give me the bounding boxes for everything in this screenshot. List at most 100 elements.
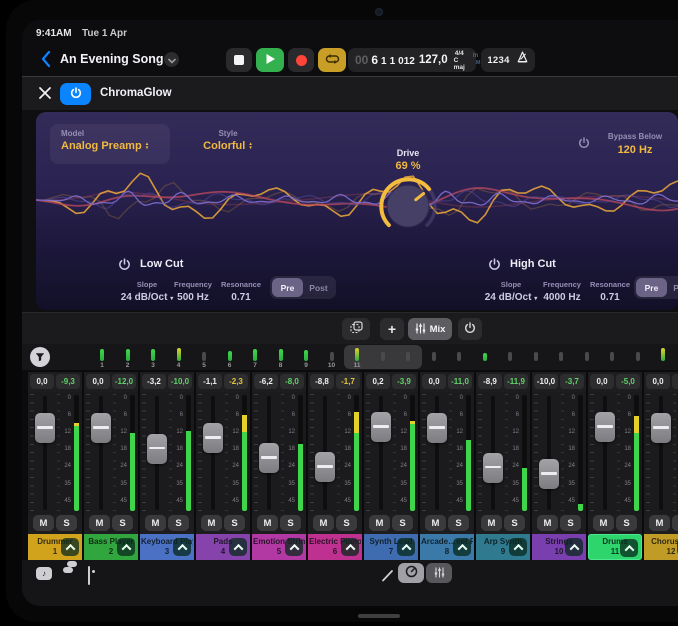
mute-button[interactable]: M: [145, 515, 166, 531]
mute-button[interactable]: M: [649, 515, 670, 531]
fader-handle[interactable]: [203, 423, 223, 453]
solo-button[interactable]: S: [336, 515, 357, 531]
song-menu-button[interactable]: [164, 52, 179, 67]
fader-handle[interactable]: [595, 412, 615, 442]
plus-icon: +: [388, 322, 396, 336]
mute-button[interactable]: M: [537, 515, 558, 531]
collapse-track-button[interactable]: [117, 538, 135, 556]
track-label[interactable]: Emotion Strings 5: [252, 534, 306, 560]
solo-button[interactable]: S: [224, 515, 245, 531]
track-label[interactable]: Strings 10: [532, 534, 586, 560]
post-option[interactable]: Post: [303, 278, 334, 297]
low-cut-resonance[interactable]: Resonance 0.71: [201, 280, 281, 303]
loops-browser-icon[interactable]: ♪: [36, 567, 52, 580]
collapse-track-button[interactable]: [509, 538, 527, 556]
collapse-track-button[interactable]: [565, 538, 583, 556]
controls-view-button[interactable]: [398, 563, 424, 583]
filter-tracks-button[interactable]: [30, 347, 50, 367]
add-track-button[interactable]: +: [380, 318, 404, 340]
mix-view-button[interactable]: Mix: [408, 318, 452, 340]
fader-ticks: [422, 394, 426, 511]
play-button[interactable]: [256, 48, 284, 72]
drive-knob[interactable]: [376, 174, 440, 238]
low-cut-power-icon[interactable]: [118, 258, 131, 276]
track-label[interactable]: Arcade…eet Pad 8: [420, 534, 474, 560]
mute-button[interactable]: M: [425, 515, 446, 531]
solo-button[interactable]: S: [616, 515, 637, 531]
track-label[interactable]: Bass Player 2: [84, 534, 138, 560]
track-overview-strip[interactable]: 1234567891011: [22, 344, 678, 370]
track-label[interactable]: Chorus Vo 12: [644, 534, 678, 560]
pre-option[interactable]: Pre: [636, 278, 667, 297]
solo-button[interactable]: S: [504, 515, 525, 531]
style-selector[interactable]: Style Colorful ▲▼: [178, 129, 278, 152]
model-selector[interactable]: Model Analog Preamp ▲▼: [50, 124, 170, 164]
fader-handle[interactable]: [147, 434, 167, 464]
mute-button[interactable]: M: [257, 515, 278, 531]
pencil-icon[interactable]: [381, 569, 394, 587]
track-label[interactable]: Drummer 1: [28, 534, 82, 560]
track-label[interactable]: Arp Synth 9: [476, 534, 530, 560]
mute-button[interactable]: M: [201, 515, 222, 531]
mute-button[interactable]: M: [313, 515, 334, 531]
collapse-track-button[interactable]: [397, 538, 415, 556]
track-label[interactable]: Synth Lead 7: [364, 534, 418, 560]
collapse-track-button[interactable]: [173, 538, 191, 556]
record-button[interactable]: [288, 48, 314, 72]
solo-button[interactable]: S: [448, 515, 469, 531]
fader-handle[interactable]: [315, 452, 335, 482]
solo-button[interactable]: S: [280, 515, 301, 531]
fader-handle[interactable]: [35, 413, 55, 443]
count-in-button[interactable]: 1234: [487, 55, 509, 66]
track-label[interactable]: Electric Piano 6: [308, 534, 362, 560]
stop-button[interactable]: [226, 48, 252, 72]
fader-handle[interactable]: [259, 443, 279, 473]
mixer-power-button[interactable]: [458, 318, 482, 340]
play-surface-icon[interactable]: [88, 567, 90, 585]
level-control[interactable]: Level 0.0: [650, 132, 678, 156]
solo-button[interactable]: S: [56, 515, 77, 531]
metronome-icon[interactable]: [516, 51, 529, 69]
lcd-display[interactable]: 00 6 1 1 012 127,0 4/4 C maj InOut MIDI: [348, 48, 476, 72]
collapse-track-button[interactable]: [620, 539, 638, 557]
mute-button[interactable]: M: [369, 515, 390, 531]
pre-option[interactable]: Pre: [272, 278, 303, 297]
fader-handle[interactable]: [427, 413, 447, 443]
collapse-track-button[interactable]: [285, 538, 303, 556]
high-cut-power-icon[interactable]: [488, 258, 501, 276]
mute-button[interactable]: M: [481, 515, 502, 531]
solo-button[interactable]: S: [560, 515, 581, 531]
close-plugin-button[interactable]: [38, 86, 54, 102]
post-option[interactable]: Post: [667, 278, 678, 297]
scale-label: 18: [288, 446, 295, 452]
cycle-button[interactable]: [318, 48, 346, 72]
collapse-track-button[interactable]: [453, 538, 471, 556]
solo-button[interactable]: S: [112, 515, 133, 531]
faders-view-button[interactable]: [426, 563, 452, 583]
mute-button[interactable]: M: [593, 515, 614, 531]
fader-handle[interactable]: [483, 453, 503, 483]
fader-handle[interactable]: [539, 459, 559, 489]
song-title[interactable]: An Evening Song: [60, 52, 163, 66]
mute-button[interactable]: M: [89, 515, 110, 531]
fader-handle[interactable]: [651, 413, 671, 443]
scale-label: 0: [292, 395, 295, 401]
home-indicator[interactable]: [358, 614, 400, 618]
track-label[interactable]: Pads 4: [196, 534, 250, 560]
solo-button[interactable]: S: [392, 515, 413, 531]
mute-button[interactable]: M: [33, 515, 54, 531]
duplicate-button[interactable]: [342, 318, 370, 340]
back-button[interactable]: [34, 49, 54, 69]
track-label[interactable]: Keyboard Player 3: [140, 534, 194, 560]
track-label[interactable]: Drums 11: [588, 534, 642, 560]
collapse-track-button[interactable]: [341, 538, 359, 556]
plugin-power-button[interactable]: [60, 83, 91, 105]
bypass-power-icon[interactable]: [578, 136, 590, 154]
solo-button[interactable]: S: [672, 515, 678, 531]
fader-handle[interactable]: [371, 412, 391, 442]
overview-meter: [304, 350, 308, 362]
solo-button[interactable]: S: [168, 515, 189, 531]
fader-handle[interactable]: [91, 413, 111, 443]
collapse-track-button[interactable]: [61, 538, 79, 556]
collapse-track-button[interactable]: [229, 538, 247, 556]
